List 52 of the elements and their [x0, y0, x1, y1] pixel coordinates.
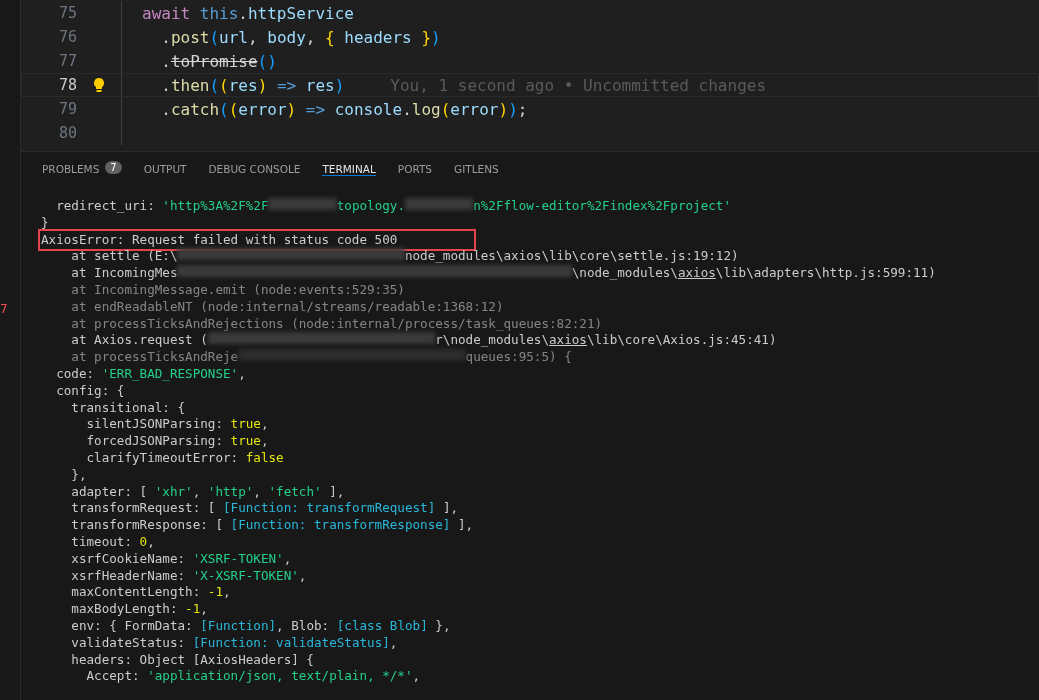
code-line: .toPromise()	[160, 51, 277, 71]
highlighted-output-line: AxiosError: Request failed with status code 500	[41, 231, 474, 249]
terminal-line: env: { FormData: [Function], Blob: [class Blob] },	[70, 617, 451, 635]
terminal-line: maxBodyLength: -1,	[70, 601, 208, 618]
terminal-line: at processTicksAndRejections (node:internal/process/task_queues:82:21)	[70, 315, 603, 333]
terminal-line: at Axios.request ( r\node_modules\axios\lib\core\Axios.js:45:41)	[70, 332, 777, 350]
panel-tab[interactable]: OUTPUT	[143, 160, 187, 176]
terminal-line: xsrfHeaderName: 'X-XSRF-TOKEN',	[70, 567, 307, 585]
code-line: .then((res) => res)	[160, 75, 345, 95]
terminal-line: maxContentLength: -1,	[70, 584, 231, 602]
terminal-line: forcedJSONParsing: true,	[85, 433, 269, 450]
terminal-line: timeout: 0,	[70, 533, 155, 551]
terminal-line: config: {	[55, 382, 125, 400]
panel-tab[interactable]: DEBUG CONSOLE	[208, 160, 301, 176]
terminal-line: xsrfCookieName: 'XSRF-TOKEN',	[70, 550, 292, 568]
terminal-line: at endReadableNT (node:internal/streams/readable:1368:12)	[70, 298, 504, 316]
code-line: await this.httpService	[142, 3, 354, 23]
code-line: .catch((error) => console.log(error));	[160, 99, 528, 119]
terminal-line: at processTicksAndReje queues:95:5) {	[70, 349, 572, 366]
line-number: 75	[57, 4, 77, 22]
lightbulb-icon[interactable]	[93, 77, 105, 93]
line-number: 78	[57, 76, 77, 94]
terminal-line: at IncomingMessage.emit (node:events:529:35)	[70, 282, 405, 299]
line-number: 80	[57, 124, 77, 142]
panel-tab[interactable]: GITLENS	[454, 160, 499, 176]
terminal-line: adapter: [ 'xhr', 'http', 'fetch' ],	[70, 483, 345, 501]
terminal-line: validateStatus: [Function: validateStatus],	[70, 634, 398, 652]
blurred-text	[268, 198, 337, 210]
terminal-line: clarifyTimeoutError: false	[85, 449, 284, 467]
line-number: 79	[57, 100, 77, 118]
line-number: 77	[57, 52, 77, 70]
terminal-line: code: 'ERR_BAD_RESPONSE',	[55, 365, 246, 383]
terminal-line: silentJSONParsing: true,	[85, 416, 269, 434]
blurred-text	[404, 198, 474, 210]
blame-annotation: You, 1 second ago • Uncommitted changes	[390, 75, 767, 95]
count-label: 7	[0, 302, 8, 316]
terminal-line: at IncomingMes \node_modules\axios\lib\adapters\http.js:599:11)	[70, 265, 936, 282]
terminal-line: },	[70, 466, 87, 484]
terminal-line: at settle (E:\ node_modules\axios\lib\core\settle.js:19:12)	[70, 248, 739, 266]
terminal-line: headers: Object [AxiosHeaders] {	[70, 651, 314, 669]
terminal-line: }	[41, 214, 49, 232]
terminal-line: transformRequest: [ [Function: transformRequest] ],	[70, 500, 459, 518]
terminal-line: transformResponse: [ [Function: transformResponse] ],	[70, 517, 474, 534]
line-number: 76	[57, 28, 77, 46]
count-badge: 7	[105, 161, 122, 174]
panel-tab[interactable]: PROBLEMS 7	[42, 160, 122, 176]
code-line: .post(url, body, { headers })	[160, 27, 441, 47]
panel-tab[interactable]: TERMINAL	[322, 160, 376, 176]
panel-tab[interactable]: PORTS	[397, 160, 433, 176]
terminal-line: redirect_uri: 'http%3A%2F%2F topology. n%2Fflow-editor%2Findex%2Fproject'	[55, 198, 731, 215]
terminal-line: Accept: 'application/json, text/plain, */*',	[85, 668, 421, 686]
terminal-line: transitional: {	[70, 399, 186, 417]
